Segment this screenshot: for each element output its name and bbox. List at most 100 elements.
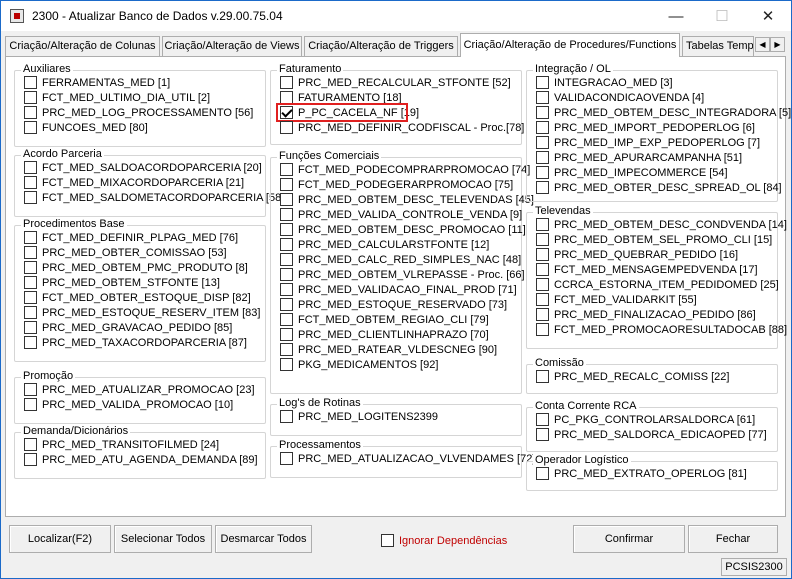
checkbox-item[interactable]: PRC_MED_OBTEM_PMC_PRODUTO [8] (24, 260, 248, 275)
tab-procedures-functions[interactable]: Criação/Alteração de Procedures/Function… (460, 33, 680, 57)
localizar-button[interactable]: Localizar(F2) (9, 525, 111, 553)
checkbox-item[interactable]: PRC_MED_APURARCAMPANHA [51] (536, 150, 742, 165)
checkbox-item[interactable]: PRC_MED_OBTEM_DESC_INTEGRADORA [5] (536, 105, 791, 120)
checkbox-icon[interactable] (24, 76, 37, 89)
selecionar-todos-button[interactable]: Selecionar Todos (114, 525, 212, 553)
checkbox-item[interactable]: PRC_MED_ESTOQUE_RESERVADO [73] (280, 297, 507, 312)
checkbox-icon[interactable] (24, 91, 37, 104)
checkbox-icon[interactable] (536, 181, 549, 194)
checkbox-icon[interactable] (24, 106, 37, 119)
checkbox-icon[interactable] (536, 233, 549, 246)
checkbox-icon[interactable] (280, 76, 293, 89)
checkbox-icon[interactable] (24, 276, 37, 289)
checkbox-icon[interactable] (280, 328, 293, 341)
checkbox-icon[interactable] (280, 268, 293, 281)
checkbox-item[interactable]: PRC_MED_VALIDA_PROMOCAO [10] (24, 397, 233, 412)
checkbox-icon[interactable] (280, 358, 293, 371)
checkbox-item[interactable]: PRC_MED_OBTER_COMISSAO [53] (24, 245, 227, 260)
checkbox-item[interactable]: PRC_MED_OBTEM_SEL_PROMO_CLI [15] (536, 232, 772, 247)
checkbox-item[interactable]: FCT_MED_SALDOMETACORDOPARCERIA [58] (24, 190, 284, 205)
checkbox-icon[interactable] (280, 298, 293, 311)
checkbox-icon[interactable] (536, 428, 549, 441)
checkbox-item[interactable]: VALIDACONDICAOVENDA [4] (536, 90, 704, 105)
checkbox-icon[interactable] (280, 178, 293, 191)
checkbox-icon[interactable] (536, 136, 549, 149)
checkbox-icon[interactable] (536, 106, 549, 119)
checkbox-item[interactable]: PC_PKG_CONTROLARSALDORCA [61] (536, 412, 755, 427)
checkbox-icon[interactable] (381, 534, 394, 547)
checkbox-item[interactable]: FCT_MED_PODECOMPRARPROMOCAO [74] (280, 162, 530, 177)
checkbox-item[interactable]: PRC_MED_IMPECOMMERCE [54] (536, 165, 728, 180)
checkbox-item[interactable]: FUNCOES_MED [80] (24, 120, 148, 135)
checkbox-icon[interactable] (536, 166, 549, 179)
tab-scroll-right-icon[interactable]: ▶ (770, 37, 785, 52)
checkbox-item[interactable]: FCT_MED_MENSAGEMPEDVENDA [17] (536, 262, 758, 277)
checkbox-item[interactable]: PRC_MED_IMPORT_PEDOPERLOG [6] (536, 120, 755, 135)
checkbox-item[interactable]: PRC_MED_TAXACORDOPARCERIA [87] (24, 335, 247, 350)
checkbox-item[interactable]: PRC_MED_VALIDA_CONTROLE_VENDA [9] (280, 207, 522, 222)
checkbox-item[interactable]: PRC_MED_ATUALIZAR_PROMOCAO [23] (24, 382, 255, 397)
checkbox-icon[interactable] (24, 336, 37, 349)
maximize-button[interactable]: ☐ (699, 1, 745, 31)
checkbox-icon[interactable] (24, 383, 37, 396)
checkbox-item[interactable]: PRC_MED_LOG_PROCESSAMENTO [56] (24, 105, 253, 120)
checkbox-item[interactable]: PRC_MED_OBTER_DESC_SPREAD_OL [84] (536, 180, 782, 195)
checkbox-icon[interactable] (536, 413, 549, 426)
checkbox-item[interactable]: PRC_MED_ATU_AGENDA_DEMANDA [89] (24, 452, 258, 467)
checkbox-item[interactable]: PRC_MED_IMP_EXP_PEDOPERLOG [7] (536, 135, 760, 150)
checkbox-item[interactable]: FCT_MED_MIXACORDOPARCERIA [21] (24, 175, 244, 190)
checkbox-item[interactable]: PRC_MED_FINALIZACAO_PEDIDO [86] (536, 307, 756, 322)
close-button[interactable]: ✕ (745, 1, 791, 31)
checkbox-icon[interactable] (24, 191, 37, 204)
checkbox-item[interactable]: PRC_MED_OBTEM_DESC_CONDVENDA [14] (536, 217, 787, 232)
checkbox-icon[interactable] (280, 163, 293, 176)
checkbox-icon[interactable] (280, 223, 293, 236)
ignore-dependencies-checkbox[interactable]: Ignorar Dependências (381, 534, 507, 547)
checkbox-item[interactable]: PRC_MED_LOGITENS2399 (280, 409, 438, 424)
checkbox-item[interactable]: PRC_MED_QUEBRAR_PEDIDO [16] (536, 247, 738, 262)
checkbox-item[interactable]: PRC_MED_SALDORCA_EDICAOPED [77] (536, 427, 767, 442)
checkbox-icon[interactable] (280, 253, 293, 266)
checkbox-icon[interactable] (536, 263, 549, 276)
checkbox-item[interactable]: PRC_MED_OBTEM_STFONTE [13] (24, 275, 220, 290)
checkbox-icon[interactable] (536, 323, 549, 336)
checkbox-item[interactable]: FCT_MED_PODEGERARPROMOCAO [75] (280, 177, 513, 192)
checkbox-icon[interactable] (24, 161, 37, 174)
checkbox-item[interactable]: PRC_MED_TRANSITOFILMED [24] (24, 437, 219, 452)
checkbox-icon[interactable] (280, 343, 293, 356)
checkbox-icon[interactable] (24, 438, 37, 451)
checkbox-item[interactable]: FCT_MED_OBTEM_REGIAO_CLI [79] (280, 312, 489, 327)
checkbox-icon[interactable] (24, 121, 37, 134)
tab-triggers[interactable]: Criação/Alteração de Triggers (304, 36, 458, 56)
minimize-button[interactable]: — (653, 1, 699, 31)
checkbox-item[interactable]: FCT_MED_OBTER_ESTOQUE_DISP [82] (24, 290, 251, 305)
confirmar-button[interactable]: Confirmar (573, 525, 685, 553)
checkbox-icon[interactable] (24, 261, 37, 274)
checkbox-item[interactable]: PRC_MED_VALIDACAO_FINAL_PROD [71] (280, 282, 517, 297)
checkbox-item[interactable]: INTEGRACAO_MED [3] (536, 75, 673, 90)
checkbox-item[interactable]: PRC_MED_OBTEM_VLREPASSE - Proc. [66] (280, 267, 525, 282)
checkbox-icon[interactable] (24, 398, 37, 411)
checkbox-icon[interactable] (280, 238, 293, 251)
checkbox-item[interactable]: PKG_MEDICAMENTOS [92] (280, 357, 438, 372)
checkbox-item[interactable]: PRC_MED_DEFINIR_CODFISCAL - Proc.[78] (280, 120, 524, 135)
desmarcar-todos-button[interactable]: Desmarcar Todos (215, 525, 312, 553)
checkbox-item[interactable]: FCT_MED_ULTIMO_DIA_UTIL [2] (24, 90, 210, 105)
checkbox-icon[interactable] (536, 121, 549, 134)
checkbox-item[interactable]: PRC_MED_ESTOQUE_RESERV_ITEM [83] (24, 305, 260, 320)
checkbox-item[interactable]: FCT_MED_VALIDARKIT [55] (536, 292, 697, 307)
checkbox-item[interactable]: PRC_MED_RATEAR_VLDESCNEG [90] (280, 342, 497, 357)
checkbox-icon[interactable] (280, 313, 293, 326)
checkbox-icon[interactable] (536, 278, 549, 291)
checkbox-item[interactable]: PRC_MED_GRAVACAO_PEDIDO [85] (24, 320, 232, 335)
checkbox-icon[interactable] (280, 452, 293, 465)
checkbox-icon[interactable] (280, 193, 293, 206)
checkbox-icon[interactable] (280, 121, 293, 134)
checkbox-icon[interactable] (280, 410, 293, 423)
checkbox-icon[interactable] (24, 306, 37, 319)
checkbox-item[interactable]: PRC_MED_CALC_RED_SIMPLES_NAC [48] (280, 252, 521, 267)
checkbox-item[interactable]: PRC_MED_RECALC_COMISS [22] (536, 369, 729, 384)
checkbox-item[interactable]: PRC_MED_EXTRATO_OPERLOG [81] (536, 466, 747, 481)
checkbox-icon[interactable] (24, 231, 37, 244)
checkbox-icon[interactable] (536, 91, 549, 104)
